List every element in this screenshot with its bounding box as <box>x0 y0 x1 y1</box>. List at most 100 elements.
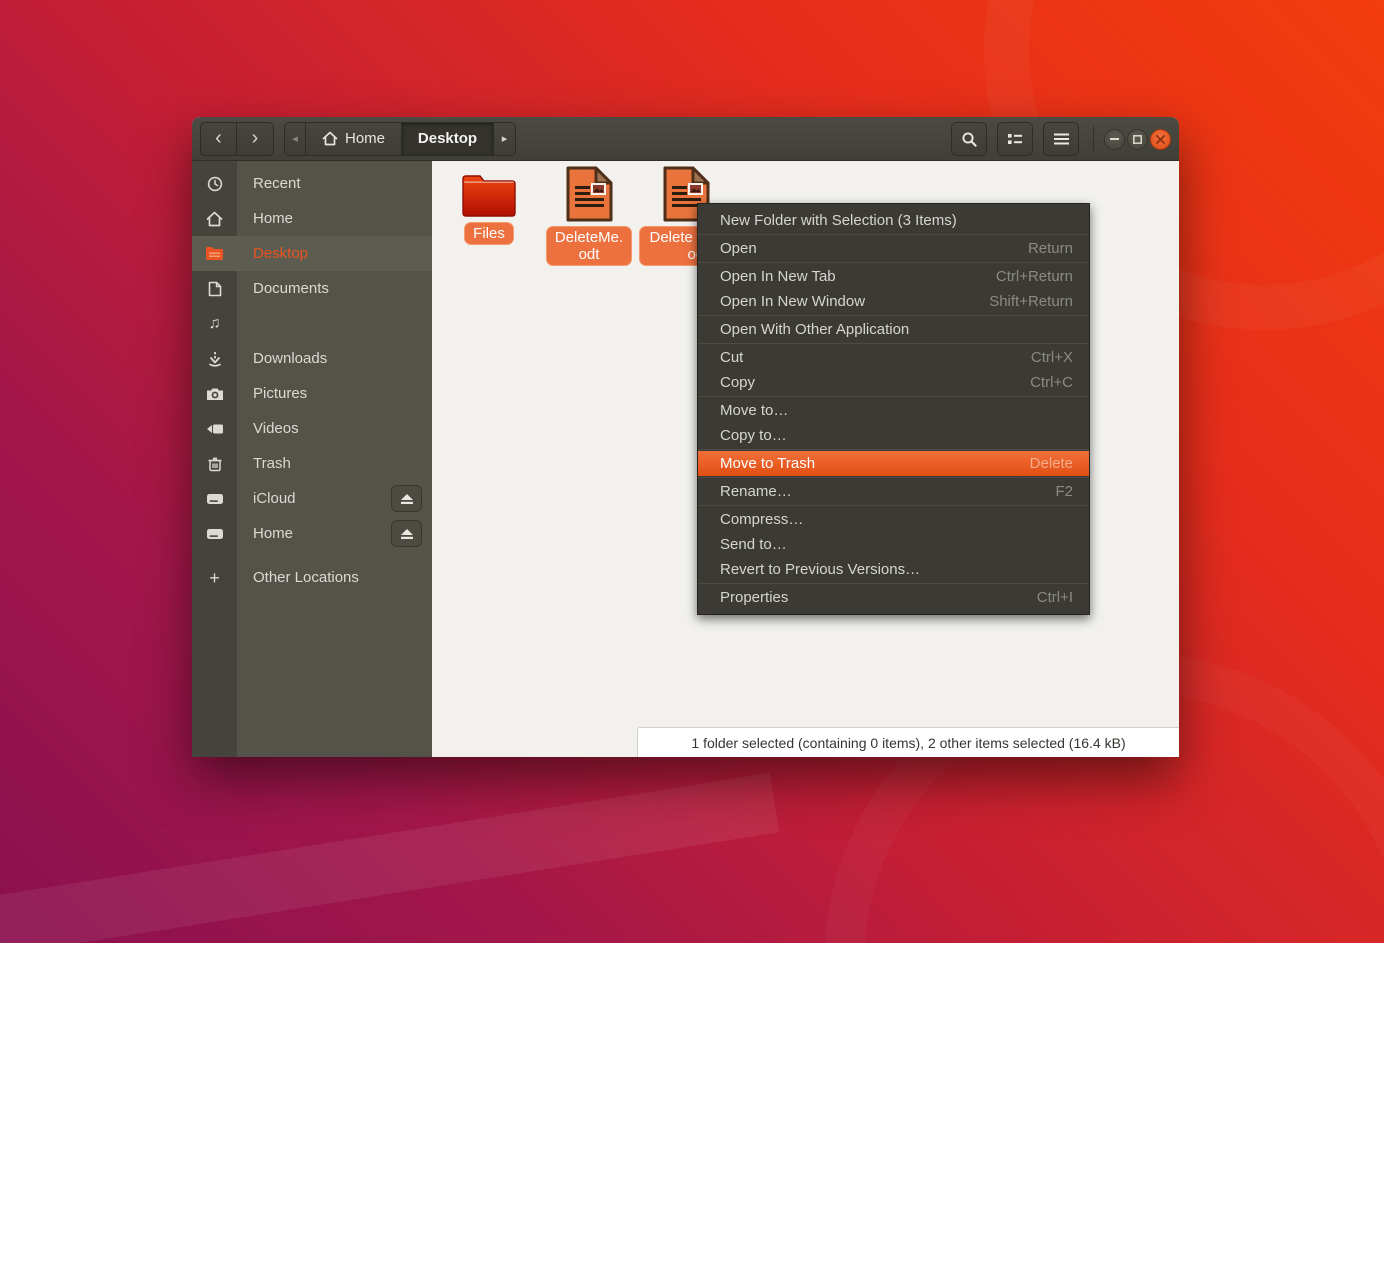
sidebar-item-trash[interactable]: Trash <box>192 446 432 481</box>
titlebar-separator <box>1093 126 1094 152</box>
menu-separator <box>698 449 1089 450</box>
back-button[interactable]: ‹ <box>200 122 237 156</box>
eject-button[interactable] <box>391 485 422 512</box>
breadcrumb-current-label: Desktop <box>418 130 477 147</box>
sidebar-item-label: Home <box>253 525 293 542</box>
sidebar-item-home-drive[interactable]: Home <box>192 516 432 551</box>
sidebar-item-desktop[interactable]: Desktop <box>192 236 432 271</box>
hamburger-icon <box>1054 133 1069 145</box>
triangle-right-icon: ▸ <box>502 132 508 145</box>
menu-item-open-in-new-tab[interactable]: Open In New Tab Ctrl+Return <box>698 264 1089 289</box>
sidebar-item-other-locations[interactable]: + Other Locations <box>192 560 432 595</box>
triangle-left-icon: ◂ <box>292 132 298 145</box>
menu-item-move-to-trash[interactable]: Move to Trash Delete <box>698 451 1089 476</box>
folder-icon <box>460 173 518 219</box>
sidebar-item-pictures[interactable]: Pictures <box>192 376 432 411</box>
list-view-icon <box>1007 132 1023 146</box>
eject-icon <box>400 493 414 505</box>
menu-separator <box>698 262 1089 263</box>
minimize-icon <box>1110 138 1119 140</box>
odt-document-icon <box>564 165 614 223</box>
titlebar[interactable]: ‹ › ◂ Home Desktop ▸ <box>192 117 1179 161</box>
sidebar-item-recent[interactable]: Recent <box>192 166 432 201</box>
sidebar-item-label: iCloud <box>253 490 296 507</box>
path-scroll-right-button[interactable]: ▸ <box>494 122 516 156</box>
sidebar-item-label: Other Locations <box>253 569 359 586</box>
sidebar-item-label: Home <box>253 210 293 227</box>
close-button[interactable] <box>1150 129 1171 150</box>
menu-item-copy-to[interactable]: Copy to… <box>698 423 1089 448</box>
document-icon <box>192 281 237 297</box>
download-icon <box>192 351 237 367</box>
titlebar-right-controls <box>941 122 1171 156</box>
plus-icon: + <box>192 569 237 587</box>
menu-item-move-to[interactable]: Move to… <box>698 398 1089 423</box>
menu-item-open-with-other-application[interactable]: Open With Other Application <box>698 317 1089 342</box>
menu-item-revert-to-previous-versions[interactable]: Revert to Previous Versions… <box>698 557 1089 582</box>
sidebar-item-label: Trash <box>253 455 291 472</box>
back-icon: ‹ <box>215 128 222 148</box>
menu-separator <box>698 396 1089 397</box>
sidebar: Recent Home Desktop <box>192 161 432 757</box>
home-icon <box>192 211 237 227</box>
close-icon <box>1156 135 1165 144</box>
path-scroll-left-button[interactable]: ◂ <box>284 122 306 156</box>
video-icon <box>192 423 237 435</box>
path-bar: ◂ Home Desktop ▸ <box>284 122 516 156</box>
sidebar-item-downloads[interactable]: Downloads <box>192 341 432 376</box>
sidebar-item-label: Desktop <box>253 245 308 262</box>
menu-item-cut[interactable]: Cut Ctrl+X <box>698 345 1089 370</box>
sidebar-item-label: Documents <box>253 280 329 297</box>
home-icon <box>322 131 338 146</box>
menu-item-copy[interactable]: Copy Ctrl+C <box>698 370 1089 395</box>
minimize-button[interactable] <box>1104 129 1125 150</box>
sidebar-item-videos[interactable]: Videos <box>192 411 432 446</box>
search-button[interactable] <box>951 122 987 156</box>
menu-item-rename[interactable]: Rename… F2 <box>698 479 1089 504</box>
folder-icon <box>192 246 237 261</box>
status-text: 1 folder selected (containing 0 items), … <box>691 735 1125 751</box>
maximize-icon <box>1133 135 1142 144</box>
breadcrumb-desktop-button[interactable]: Desktop <box>402 122 494 156</box>
menu-separator <box>698 234 1089 235</box>
drive-icon <box>192 528 237 540</box>
menu-separator <box>698 477 1089 478</box>
forward-icon: › <box>252 128 259 148</box>
camera-icon <box>192 387 237 401</box>
sidebar-item-music[interactable]: ♫ <box>192 306 432 341</box>
eject-button[interactable] <box>391 520 422 547</box>
view-options-button[interactable] <box>997 122 1033 156</box>
status-bar: 1 folder selected (containing 0 items), … <box>637 727 1179 757</box>
file-label: Files <box>464 222 514 245</box>
menu-separator <box>698 315 1089 316</box>
menu-separator <box>698 505 1089 506</box>
nav-buttons: ‹ › <box>200 122 274 156</box>
maximize-button[interactable] <box>1127 129 1148 150</box>
music-icon: ♫ <box>192 316 237 332</box>
sidebar-item-home[interactable]: Home <box>192 201 432 236</box>
wallpaper-stripe <box>0 773 779 973</box>
sidebar-item-label: Videos <box>253 420 299 437</box>
breadcrumb-home-label: Home <box>345 130 385 147</box>
sidebar-item-label: Recent <box>253 175 301 192</box>
context-menu: New Folder with Selection (3 Items) Open… <box>697 203 1090 615</box>
menu-separator <box>698 583 1089 584</box>
menu-button[interactable] <box>1043 122 1079 156</box>
menu-item-properties[interactable]: Properties Ctrl+I <box>698 585 1089 610</box>
menu-item-send-to[interactable]: Send to… <box>698 532 1089 557</box>
breadcrumb-home-button[interactable]: Home <box>306 122 402 156</box>
file-item-odt[interactable]: DeleteMe.odt <box>544 165 634 266</box>
menu-item-new-folder-with-selection[interactable]: New Folder with Selection (3 Items) <box>698 208 1089 233</box>
file-label: DeleteMe.odt <box>546 226 632 266</box>
eject-icon <box>400 528 414 540</box>
file-item-folder[interactable]: Files <box>444 173 534 245</box>
menu-item-compress[interactable]: Compress… <box>698 507 1089 532</box>
sidebar-item-label: Pictures <box>253 385 307 402</box>
menu-separator <box>698 343 1089 344</box>
forward-button[interactable]: › <box>237 122 274 156</box>
clock-icon <box>192 176 237 192</box>
menu-item-open-in-new-window[interactable]: Open In New Window Shift+Return <box>698 289 1089 314</box>
sidebar-item-documents[interactable]: Documents <box>192 271 432 306</box>
sidebar-item-icloud[interactable]: iCloud <box>192 481 432 516</box>
menu-item-open[interactable]: Open Return <box>698 236 1089 261</box>
